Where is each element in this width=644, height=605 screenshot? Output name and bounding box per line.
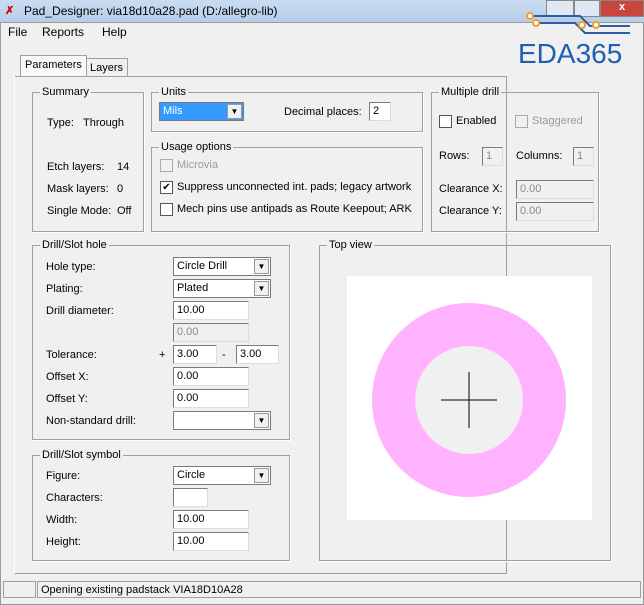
multiple-drill-group: Multiple drill Enabled Staggered Rows: 1…: [431, 86, 599, 232]
height-input[interactable]: 10.00: [173, 532, 249, 551]
menu-help[interactable]: Help: [102, 25, 127, 39]
usage-group: Usage options Microvia ✔ Suppress unconn…: [151, 141, 423, 232]
chevron-down-icon: ▼: [254, 413, 269, 428]
height-label: Height:: [46, 536, 81, 548]
type-value: Through: [83, 117, 124, 129]
figure-label: Figure:: [46, 470, 81, 482]
offset-x-label: Offset X:: [46, 371, 89, 383]
clearance-x-input[interactable]: 0.00: [516, 180, 594, 199]
window-title: Pad_Designer: via18d10a28.pad (D:/allegr…: [24, 4, 278, 18]
diameter-label: Drill diameter:: [46, 305, 114, 317]
staggered-label: Staggered: [532, 115, 583, 127]
symbol-title: Drill/Slot symbol: [40, 449, 123, 461]
chevron-down-icon: ▼: [227, 104, 242, 119]
summary-title: Summary: [40, 86, 92, 98]
microvia-label: Microvia: [177, 159, 218, 171]
chevron-down-icon: ▼: [254, 281, 269, 296]
cols-input[interactable]: 1: [573, 147, 594, 166]
hole-type-label: Hole type:: [46, 261, 96, 273]
etch-value: 14: [117, 161, 130, 173]
enabled-checkbox[interactable]: [439, 115, 452, 128]
decimal-input[interactable]: 2: [369, 102, 391, 121]
suppress-label: Suppress unconnected int. pads; legacy a…: [177, 181, 412, 193]
hole-type-select[interactable]: Circle Drill ▼: [173, 257, 271, 276]
plating-value: Plated: [177, 282, 209, 294]
staggered-checkbox[interactable]: [515, 115, 528, 128]
clearance-y-label: Clearance Y:: [439, 205, 502, 217]
rows-label: Rows:: [439, 150, 470, 162]
menu-reports[interactable]: Reports: [42, 25, 84, 39]
offset-y-input[interactable]: 0.00: [173, 389, 249, 408]
top-view-canvas: [347, 276, 592, 520]
minus-sign: -: [222, 349, 226, 361]
units-value: Mils: [163, 105, 183, 117]
offset-y-label: Offset Y:: [46, 393, 88, 405]
plus-sign: +: [159, 349, 166, 361]
units-group: Units Mils ▼ Decimal places: 2: [151, 86, 423, 132]
nonstd-label: Non-standard drill:: [46, 415, 136, 427]
single-label: Single Mode:: [47, 205, 112, 217]
characters-input[interactable]: [173, 488, 208, 507]
offset-x-input[interactable]: 0.00: [173, 367, 249, 386]
usage-title: Usage options: [159, 141, 234, 153]
drill-symbol-group: Drill/Slot symbol Figure: Circle ▼ Charac…: [32, 449, 290, 561]
figure-value: Circle: [177, 469, 206, 481]
clearance-x-label: Clearance X:: [439, 183, 503, 195]
characters-label: Characters:: [46, 492, 103, 504]
top-view-title: Top view: [327, 239, 374, 251]
clearance-y-input[interactable]: 0.00: [516, 202, 594, 221]
plating-label: Plating:: [46, 283, 83, 295]
tolerance-minus-input[interactable]: 3.00: [236, 345, 279, 364]
tolerance-plus-input[interactable]: 3.00: [173, 345, 217, 364]
microvia-checkbox[interactable]: [160, 159, 173, 172]
mech-label: Mech pins use antipads as Route Keepout;…: [177, 203, 412, 215]
tolerance-label: Tolerance:: [46, 349, 97, 361]
status-text: Opening existing padstack VIA18D10A28: [37, 581, 641, 598]
chevron-down-icon: ▼: [254, 468, 269, 483]
logo-circuit-icon: [526, 12, 630, 34]
tab-layers[interactable]: Layers: [85, 58, 129, 76]
chevron-down-icon: ▼: [254, 259, 269, 274]
enabled-label: Enabled: [456, 115, 497, 127]
cols-label: Columns:: [516, 150, 563, 162]
pad-preview: [372, 303, 566, 497]
diameter-input[interactable]: 10.00: [173, 301, 249, 320]
decimal-label: Decimal places:: [284, 106, 362, 118]
figure-select[interactable]: Circle ▼: [173, 466, 271, 485]
menu-file[interactable]: File: [8, 25, 27, 39]
hole-type-value: Circle Drill: [177, 260, 228, 272]
mask-value: 0: [117, 183, 124, 195]
width-label: Width:: [46, 514, 78, 526]
suppress-checkbox[interactable]: ✔: [160, 181, 173, 194]
drill-title: Drill/Slot hole: [40, 239, 109, 251]
units-select[interactable]: Mils ▼: [159, 102, 244, 121]
summary-group: Summary Type: Through Etch layers: 14 Ma…: [32, 86, 144, 232]
units-title: Units: [159, 86, 189, 98]
tab-parameters[interactable]: Parameters: [20, 55, 87, 76]
diameter2-input[interactable]: 0.00: [173, 323, 249, 342]
width-input[interactable]: 10.00: [173, 510, 249, 529]
logo-text: EDA365: [518, 38, 623, 69]
rows-input[interactable]: 1: [482, 147, 503, 166]
mech-checkbox[interactable]: [160, 203, 173, 216]
multi-title: Multiple drill: [439, 86, 502, 98]
single-value: Off: [117, 205, 132, 217]
mask-label: Mask layers:: [47, 183, 109, 195]
type-label: Type:: [47, 117, 74, 129]
plating-select[interactable]: Plated ▼: [173, 279, 271, 298]
etch-label: Etch layers:: [47, 161, 105, 173]
nonstd-select[interactable]: ▼: [173, 411, 271, 430]
top-view-group: Top view: [319, 239, 611, 561]
drill-hole-group: Drill/Slot hole Hole type: Circle Drill ▼…: [32, 239, 290, 440]
app-icon: ✗: [5, 5, 15, 17]
status-pane: [3, 581, 36, 598]
